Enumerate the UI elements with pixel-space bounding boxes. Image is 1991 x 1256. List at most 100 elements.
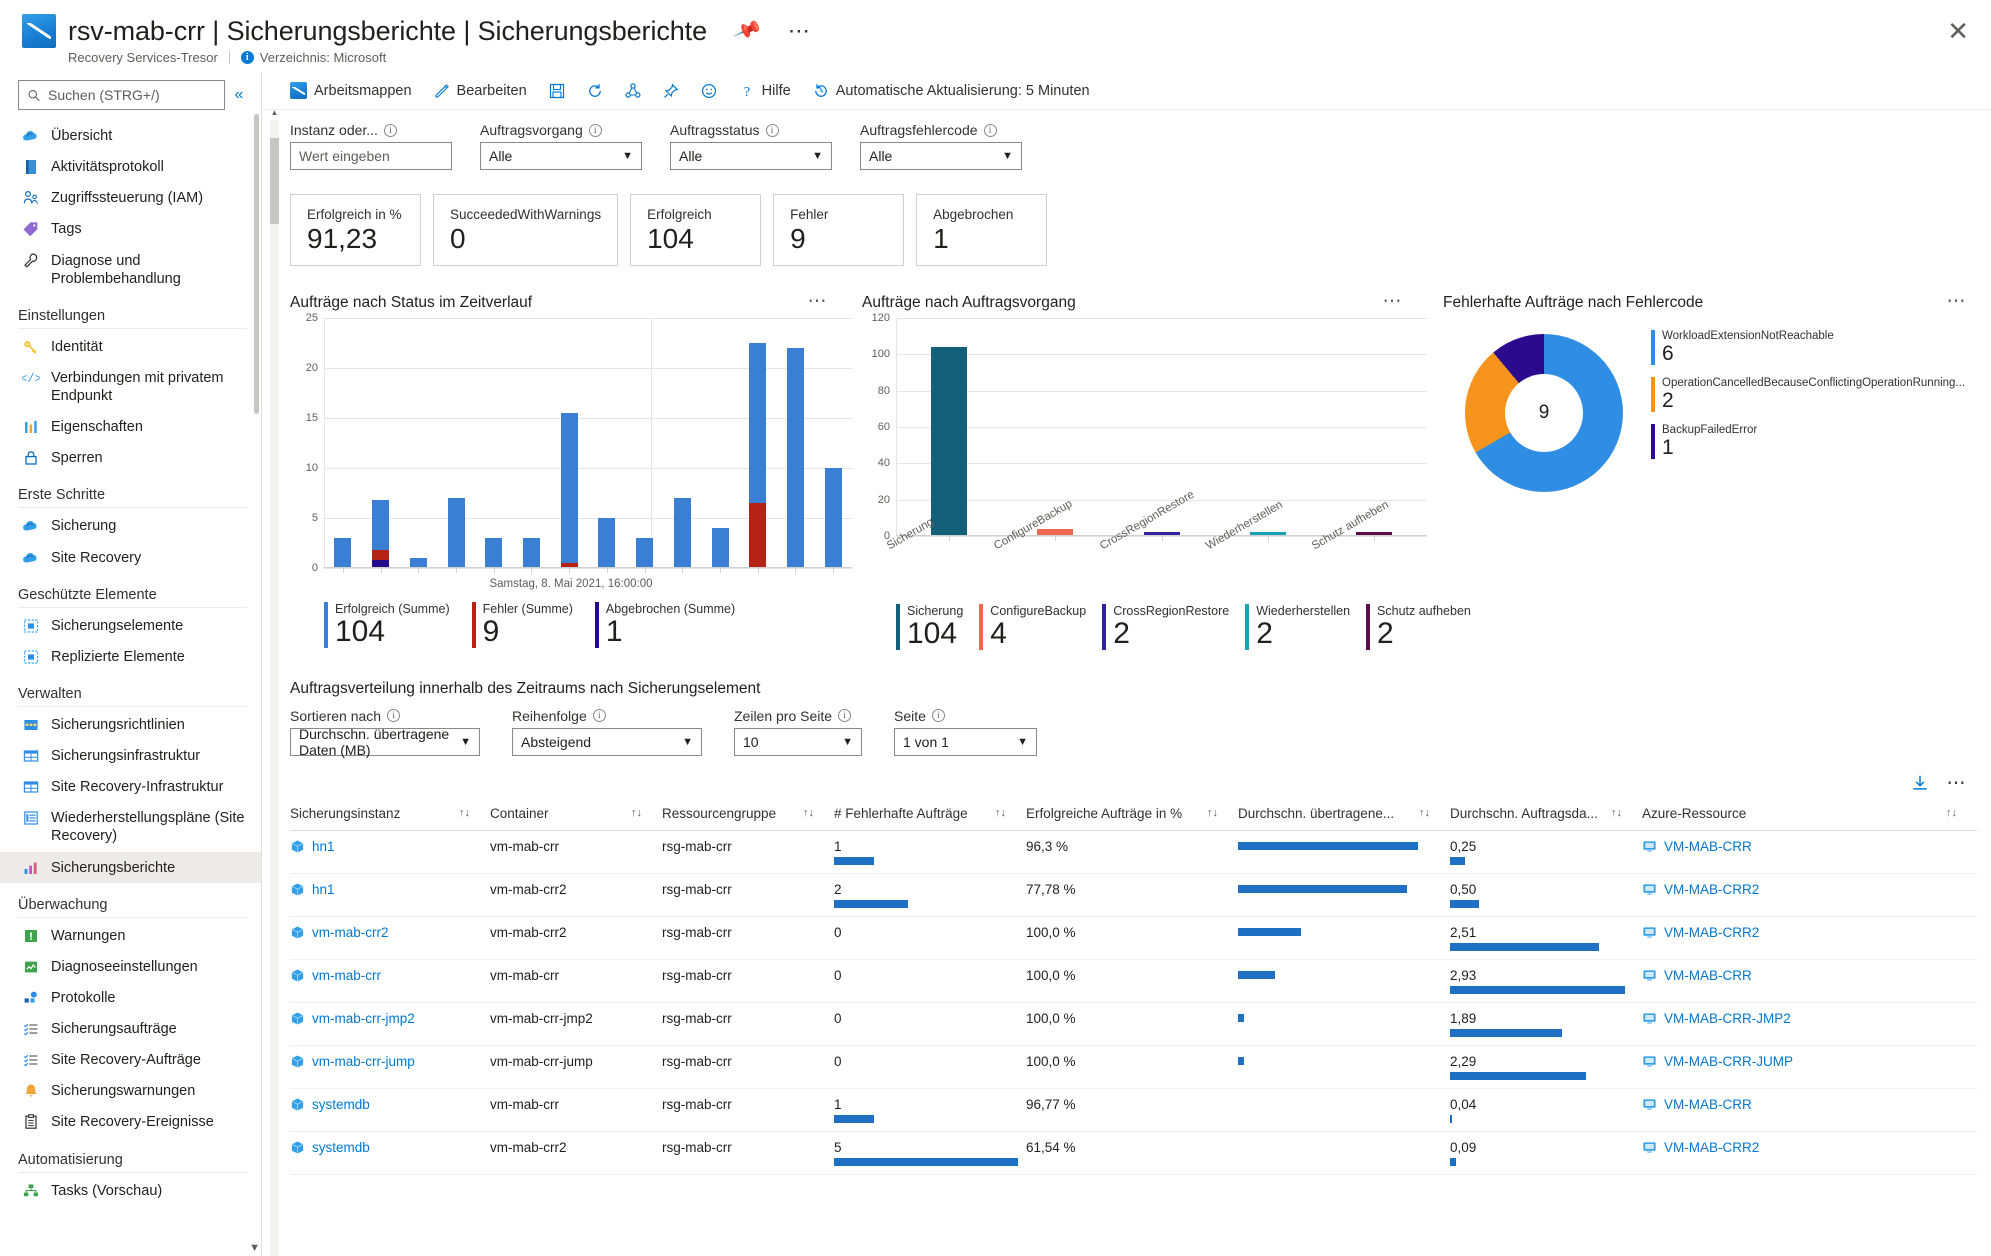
help-button[interactable]: ? Hilfe [739, 83, 803, 99]
info-icon[interactable]: i [931, 709, 945, 722]
filter-select[interactable]: 10 ▼ [734, 727, 862, 756]
workbooks-button[interactable]: Arbeitsmappen [290, 82, 424, 99]
sidebar-item-site-recovery-auftr-ge[interactable]: Site Recovery-Aufträge [0, 1044, 261, 1075]
stacked-bar[interactable] [560, 413, 578, 568]
bar-column[interactable] [777, 318, 815, 573]
bar-column[interactable] [739, 318, 777, 573]
azure-resource-link[interactable]: VM-MAB-CRR [1664, 1097, 1752, 1112]
scrollbar-thumb[interactable] [270, 138, 279, 224]
cell-instance[interactable]: vm-mab-crr-jump [290, 1045, 490, 1089]
bar-column[interactable] [626, 318, 664, 573]
info-icon[interactable]: i [592, 709, 606, 722]
bar-column[interactable] [324, 318, 362, 573]
sidebar-item-bersicht[interactable]: Übersicht [0, 120, 261, 151]
cell-azure-resource[interactable]: VM-MAB-CRR-JMP2 [1642, 1002, 1977, 1046]
filter-select[interactable]: Absteigend ▼ [512, 727, 702, 756]
bar-column[interactable] [399, 318, 437, 573]
info-icon[interactable]: i [838, 709, 852, 722]
sidebar-item-sicherungsauftr-ge[interactable]: Sicherungsaufträge [0, 1013, 261, 1044]
bar-column[interactable] [513, 318, 551, 573]
cell-azure-resource[interactable]: VM-MAB-CRR2 [1642, 873, 1977, 917]
sidebar-item-verbindungen-mit-privatem-endpunkt[interactable]: </> Verbindungen mit privatem Endpunkt [0, 362, 261, 411]
sort-icon[interactable]: ↑↓ [459, 807, 470, 819]
filter-select[interactable]: Alle ▼ [670, 142, 832, 170]
bar-column[interactable] [814, 318, 852, 573]
bar-column[interactable] [475, 318, 513, 573]
search-input[interactable]: Suchen (STRG+/) [18, 80, 225, 110]
sort-icon[interactable]: ↑↓ [631, 807, 642, 819]
close-icon[interactable]: ✕ [1947, 18, 1969, 44]
sort-icon[interactable]: ↑↓ [803, 807, 814, 819]
filter-select[interactable]: Alle ▼ [860, 142, 1022, 170]
content-scrollbar[interactable] [270, 120, 279, 1256]
instance-link[interactable]: vm-mab-crr [312, 968, 381, 983]
sidebar-item-zugriffssteuerung-iam[interactable]: Zugriffssteuerung (IAM) [0, 182, 261, 213]
sidebar-scrollbar[interactable] [254, 114, 259, 414]
azure-resource-link[interactable]: VM-MAB-CRR [1664, 839, 1752, 854]
column-header[interactable]: Sicherungsinstanz ↑↓ [290, 796, 490, 831]
info-icon[interactable]: i [765, 123, 779, 137]
cell-azure-resource[interactable]: VM-MAB-CRR-JUMP [1642, 1045, 1977, 1089]
stacked-bar[interactable] [485, 538, 503, 568]
stacked-bar[interactable] [334, 538, 352, 568]
sidebar-item-sicherung[interactable]: Sicherung [0, 510, 261, 541]
stacked-bar[interactable] [673, 498, 691, 568]
bar-column[interactable] [1002, 318, 1108, 541]
info-icon[interactable]: i [387, 709, 401, 722]
sidebar-item-protokolle[interactable]: Protokolle [0, 982, 261, 1013]
chart-more-icon[interactable]: ⋯ [1383, 292, 1404, 311]
sidebar-item-tags[interactable]: Tags [0, 213, 261, 244]
stacked-bar[interactable] [749, 343, 767, 568]
sidebar-item-diagnoseeinstellungen[interactable]: Diagnoseeinstellungen [0, 951, 261, 982]
instance-link[interactable]: systemdb [312, 1140, 370, 1155]
sort-icon[interactable]: ↑↓ [1419, 807, 1430, 819]
instance-link[interactable]: systemdb [312, 1097, 370, 1112]
bar[interactable] [931, 347, 968, 536]
bar-column[interactable] [896, 318, 1002, 541]
edit-button[interactable]: Bearbeiten [434, 83, 539, 99]
cell-instance[interactable]: systemdb [290, 1088, 490, 1132]
info-icon[interactable]: i [588, 123, 602, 137]
cell-instance[interactable]: vm-mab-crr2 [290, 916, 490, 960]
azure-resource-link[interactable]: VM-MAB-CRR2 [1664, 925, 1759, 940]
sidebar-item-sicherungswarnungen[interactable]: Sicherungswarnungen [0, 1075, 261, 1106]
chart-more-icon[interactable]: ⋯ [808, 292, 829, 311]
cell-instance[interactable]: hn1 [290, 830, 490, 874]
share-button[interactable] [625, 82, 653, 99]
sidebar-item-sicherungsberichte[interactable]: Sicherungsberichte [0, 851, 261, 883]
table-row[interactable]: vm-mab-crr vm-mab-crr rsg-mab-crr 0 100,0 % 2… [290, 959, 1977, 1003]
stacked-bar[interactable] [447, 498, 465, 568]
bar-column[interactable] [1215, 318, 1321, 541]
bar-column[interactable] [437, 318, 475, 573]
stacked-bar[interactable] [372, 500, 390, 568]
sidebar-item-aktivit-tsprotokoll[interactable]: Aktivitätsprotokoll [0, 151, 261, 182]
filter-select[interactable]: Durchschn. übertragene Daten (MB) ▼ [290, 726, 480, 758]
grid-more-icon[interactable]: ⋯ [1947, 774, 1968, 793]
table-row[interactable]: systemdb vm-mab-crr rsg-mab-crr 1 96,77 % 0,0… [290, 1088, 1977, 1132]
blade-more-icon[interactable]: ⋯ [788, 20, 811, 42]
sidebar-collapse-button[interactable]: « [225, 86, 253, 104]
cell-instance[interactable]: hn1 [290, 873, 490, 917]
filter-select[interactable]: 1 von 1 ▼ [894, 727, 1037, 756]
column-header[interactable]: Ressourcengruppe ↑↓ [662, 796, 834, 831]
bar-column[interactable] [663, 318, 701, 573]
sort-icon[interactable]: ↑↓ [1946, 807, 1957, 819]
sidebar-item-site-recovery-ereignisse[interactable]: Site Recovery-Ereignisse [0, 1106, 261, 1137]
cell-azure-resource[interactable]: VM-MAB-CRR [1642, 959, 1977, 1003]
instance-link[interactable]: vm-mab-crr-jump [312, 1054, 415, 1069]
table-row[interactable]: hn1 vm-mab-crr rsg-mab-crr 1 96,3 % 0,25 VM-MA… [290, 830, 1977, 874]
instance-link[interactable]: vm-mab-crr2 [312, 925, 389, 940]
bar-column[interactable] [1321, 318, 1427, 541]
column-header[interactable]: Durchschn. übertragene... ↑↓ [1238, 796, 1450, 831]
sidebar-item-eigenschaften[interactable]: Eigenschaften [0, 411, 261, 442]
download-icon[interactable] [1911, 774, 1929, 792]
table-row[interactable]: vm-mab-crr-jump vm-mab-crr-jump rsg-mab-cr… [290, 1045, 1977, 1089]
sidebar-item-sperren[interactable]: Sperren [0, 442, 261, 473]
pin-toolbar-button[interactable] [663, 83, 691, 99]
sidebar-item-warnungen[interactable]: Warnungen [0, 920, 261, 951]
column-header[interactable]: Azure-Ressource ↑↓ [1642, 796, 1977, 831]
stacked-bar[interactable] [711, 528, 729, 568]
bar-column[interactable] [701, 318, 739, 573]
cell-instance[interactable]: vm-mab-crr-jmp2 [290, 1002, 490, 1046]
bar-column[interactable] [362, 318, 400, 573]
